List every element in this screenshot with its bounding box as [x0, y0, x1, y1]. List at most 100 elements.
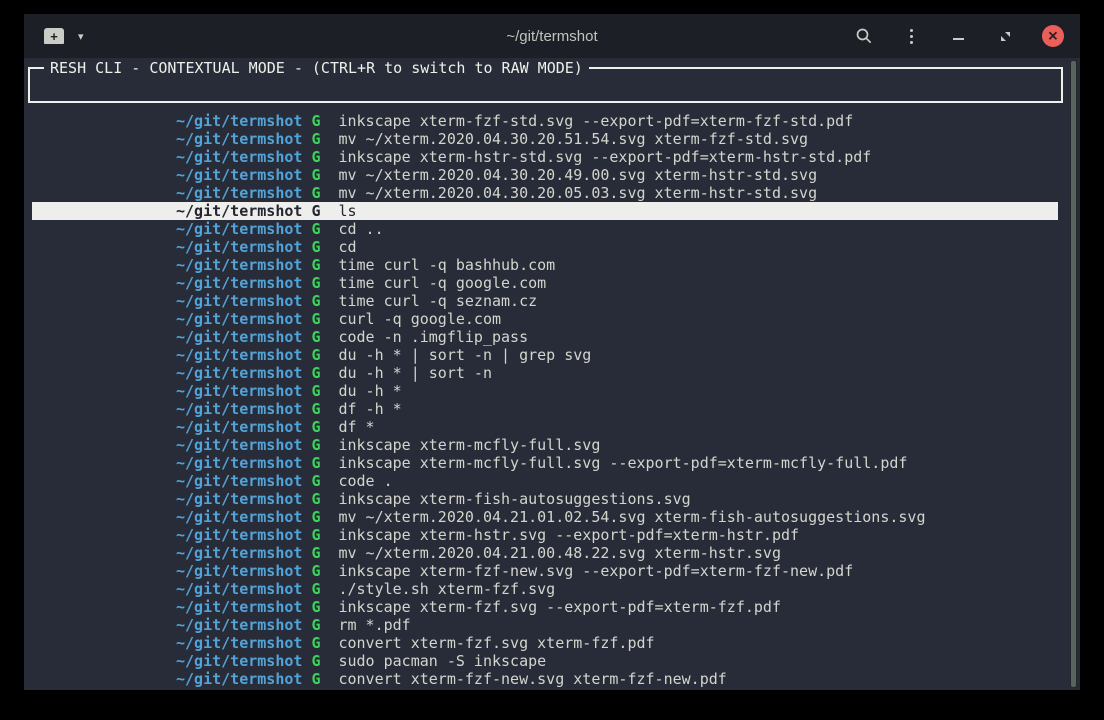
row-command: convert xterm-fzf-new.svg xterm-fzf-new.…	[338, 670, 726, 688]
titlebar: + ▾ ~/git/termshot ✕	[24, 14, 1080, 58]
history-row[interactable]: ~/git/termshotGinkscape xterm-fzf-new.sv…	[32, 562, 1058, 580]
history-row[interactable]: ~/git/termshotGmv ~/xterm.2020.04.30.20.…	[32, 166, 1058, 184]
history-row[interactable]: ~/git/termshotGrm *.pdf	[32, 616, 1058, 634]
row-git-indicator: G	[311, 112, 320, 130]
history-row[interactable]: ~/git/termshotGconvert xterm-fzf-new.svg…	[32, 670, 1058, 688]
history-row[interactable]: ~/git/termshot Ginkscape xterm-fish-autos…	[32, 490, 1058, 508]
row-git-indicator: G	[311, 130, 320, 148]
row-directory: ~/git/termshot	[176, 454, 302, 472]
history-row[interactable]: ~/git/termshotGtime curl -q google.com	[32, 274, 1058, 292]
row-command: cd	[338, 238, 356, 256]
row-git-indicator: G	[311, 166, 320, 184]
history-row[interactable]: ~/git/termshotGdf *	[32, 418, 1058, 436]
new-tab-button[interactable]: +	[44, 28, 64, 44]
row-command: inkscape xterm-mcfly-full.svg --export-p…	[338, 454, 907, 472]
row-command: code .	[338, 472, 392, 490]
row-git-indicator: G	[311, 652, 320, 670]
row-git-indicator: G	[311, 256, 320, 274]
row-git-indicator: G	[311, 346, 320, 364]
history-row[interactable]: ~/git/termshotGinkscape xterm-hstr.svg -…	[32, 526, 1058, 544]
resh-search-box: RESH CLI - CONTEXTUAL MODE - (CTRL+R to …	[28, 67, 1063, 103]
history-row[interactable]: ~/git/termshotGinkscape xterm-fzf-std.sv…	[32, 112, 1058, 130]
history-row[interactable]: ~/git/termshotGmv ~/xterm.2020.04.21.00.…	[32, 544, 1058, 562]
row-git-indicator: G	[311, 526, 320, 544]
history-row[interactable]: ~/git/termshotGmv ~/xterm.2020.04.30.20.…	[32, 130, 1058, 148]
history-row[interactable]: ~/git/termshotGinkscape xterm-mcfly-full…	[32, 436, 1058, 454]
resh-search-input[interactable]	[32, 71, 1059, 99]
row-command: mv ~/xterm.2020.04.30.20.49.00.svg xterm…	[338, 166, 817, 184]
menu-icon[interactable]	[901, 26, 921, 46]
row-command: ls	[338, 202, 356, 220]
row-git-indicator: G	[311, 508, 320, 526]
row-directory: ~/git/termshot	[176, 418, 302, 436]
row-directory: ~/git/termshot	[176, 436, 302, 454]
row-directory: ~/git/termshot	[176, 472, 302, 490]
history-row[interactable]: ~/git/termshot Gtime curl -q seznam.cz	[32, 292, 1058, 310]
row-command: inkscape xterm-fzf-new.svg --export-pdf=…	[338, 562, 853, 580]
row-command: code -n .imgflip_pass	[338, 328, 528, 346]
history-row[interactable]: ~/git/termshotGdf -h *	[32, 400, 1058, 418]
history-row[interactable]: ~/git/termshotG./style.sh xterm-fzf.svg	[32, 580, 1058, 598]
row-directory: ~/git/termshot	[176, 490, 302, 508]
restore-button[interactable]	[995, 26, 1015, 46]
row-command: mv ~/xterm.2020.04.21.01.02.54.svg xterm…	[338, 508, 925, 526]
scrollbar-thumb[interactable]	[1070, 60, 1077, 688]
row-command: du -h * | sort -n | grep svg	[338, 346, 591, 364]
history-row[interactable]: ~/git/termshotGcd ..	[32, 220, 1058, 238]
row-directory: ~/git/termshot	[176, 616, 302, 634]
search-icon[interactable]	[854, 26, 874, 46]
row-git-indicator: G	[311, 544, 320, 562]
row-command: mv ~/xterm.2020.04.30.20.51.54.svg xterm…	[338, 130, 808, 148]
row-directory: ~/git/termshot	[176, 382, 302, 400]
row-git-indicator: G	[311, 202, 320, 220]
row-command: inkscape xterm-fish-autosuggestions.svg	[338, 490, 690, 508]
history-list: ~/git/termshotGinkscape xterm-fzf-std.sv…	[24, 112, 1080, 688]
row-directory: ~/git/termshot	[176, 292, 302, 310]
history-row[interactable]: ~/git/termshotGdu -h * | sort -n | grep …	[32, 346, 1058, 364]
close-button[interactable]: ✕	[1042, 25, 1064, 47]
row-directory: ~/git/termshot	[176, 238, 302, 256]
row-directory: ~/git/termshot	[176, 526, 302, 544]
row-command: sudo pacman -S inkscape	[338, 652, 546, 670]
row-command: du -h * | sort -n	[338, 364, 492, 382]
history-row[interactable]: ~/git/termshotGinkscape xterm-hstr-std.s…	[32, 148, 1058, 166]
history-row[interactable]: ~/git/termshot Gcd	[32, 238, 1058, 256]
history-row[interactable]: ~/git/termshotGmv ~/xterm.2020.04.21.01.…	[32, 508, 1058, 526]
row-git-indicator: G	[311, 454, 320, 472]
row-git-indicator: G	[311, 184, 320, 202]
row-directory: ~/git/termshot	[176, 184, 302, 202]
row-command: inkscape xterm-mcfly-full.svg	[338, 436, 600, 454]
row-git-indicator: G	[311, 490, 320, 508]
row-git-indicator: G	[311, 238, 320, 256]
history-row[interactable]: ~/git/termshot Gsudo pacman -S inkscape	[32, 652, 1058, 670]
history-row[interactable]: ~/git/termshotGdu -h *	[32, 382, 1058, 400]
chevron-down-icon[interactable]: ▾	[78, 30, 84, 43]
history-row[interactable]: ~/git/termshotGcode -n .imgflip_pass	[32, 328, 1058, 346]
row-git-indicator: G	[311, 562, 320, 580]
history-row[interactable]: ~/git/termshotGconvert xterm-fzf.svg xte…	[32, 634, 1058, 652]
row-git-indicator: G	[311, 400, 320, 418]
history-row[interactable]: ~/git/termshotGcode .	[32, 472, 1058, 490]
row-git-indicator: G	[311, 292, 320, 310]
row-directory: ~/git/termshot	[176, 544, 302, 562]
row-directory: ~/git/termshot	[176, 652, 302, 670]
row-directory: ~/git/termshot	[176, 112, 302, 130]
row-directory: ~/git/termshot	[176, 148, 302, 166]
history-row[interactable]: ~/git/termshotGmv ~/xterm.2020.04.30.20.…	[32, 184, 1058, 202]
history-row[interactable]: ~/git/termshotGls	[32, 202, 1058, 220]
row-directory: ~/git/termshot	[176, 400, 302, 418]
row-git-indicator: G	[311, 670, 320, 688]
history-row[interactable]: ~/git/termshot Ginkscape xterm-mcfly-full…	[32, 454, 1058, 472]
row-git-indicator: G	[311, 364, 320, 382]
history-row[interactable]: ~/git/termshotGinkscape xterm-fzf.svg --…	[32, 598, 1058, 616]
history-row[interactable]: ~/git/termshotGtime curl -q bashhub.com	[32, 256, 1058, 274]
history-row[interactable]: ~/git/termshotGdu -h * | sort -n	[32, 364, 1058, 382]
minimize-button[interactable]	[948, 26, 968, 46]
row-command: convert xterm-fzf.svg xterm-fzf.pdf	[338, 634, 654, 652]
row-command: ./style.sh xterm-fzf.svg	[338, 580, 555, 598]
history-row[interactable]: ~/git/termshotGcurl -q google.com	[32, 310, 1058, 328]
row-command: time curl -q seznam.cz	[338, 292, 537, 310]
row-command: time curl -q google.com	[338, 274, 546, 292]
row-git-indicator: G	[311, 148, 320, 166]
row-directory: ~/git/termshot	[176, 598, 302, 616]
